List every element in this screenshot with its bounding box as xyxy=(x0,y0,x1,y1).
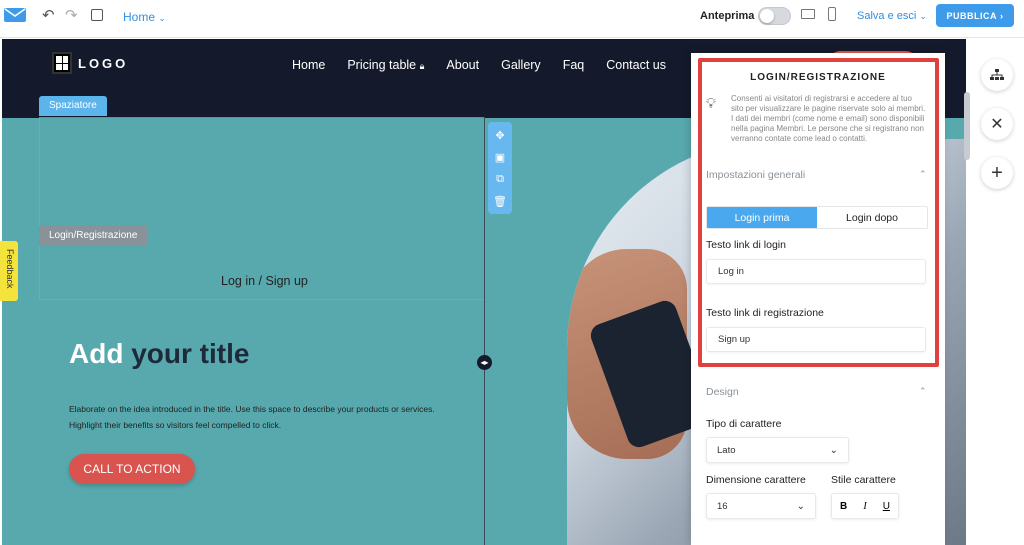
redo-icon[interactable]: ↷ xyxy=(65,8,78,24)
sitemap-icon xyxy=(990,69,1004,80)
close-button[interactable]: ✕ xyxy=(981,108,1013,140)
hero-title[interactable]: Add your title xyxy=(69,338,249,370)
save-exit-button[interactable]: Salva e esci ⌄ xyxy=(857,10,927,22)
lock-icon: 🔒︎ xyxy=(419,61,425,71)
font-size-value: 16 xyxy=(717,500,728,512)
mail-logo-icon[interactable] xyxy=(4,8,26,22)
nav-item-pricing-label: Pricing table xyxy=(347,58,417,72)
hero-title-part1: Add xyxy=(69,338,124,369)
italic-button[interactable]: I xyxy=(863,501,866,512)
underline-button[interactable]: U xyxy=(883,501,890,512)
plus-icon: + xyxy=(991,161,1003,184)
highlight-frame xyxy=(698,58,939,367)
login-signup-link[interactable]: Log in / Sign up xyxy=(221,274,308,288)
cta-button[interactable]: CALL TO ACTION xyxy=(69,454,195,484)
site-nav-menu: Home Pricing table 🔒︎ About Gallery Faq … xyxy=(292,58,666,72)
bold-button[interactable]: B xyxy=(840,501,847,512)
section-design-header[interactable]: Design xyxy=(706,386,739,398)
column-resize-handle[interactable]: ◂▸ xyxy=(477,355,492,370)
chevron-down-icon: ⌄ xyxy=(829,444,838,456)
save-icon[interactable] xyxy=(91,9,103,21)
nav-item-about[interactable]: About xyxy=(446,58,479,72)
duplicate-icon[interactable]: ⧉ xyxy=(496,173,504,186)
selected-block-outline[interactable] xyxy=(39,117,485,300)
nav-item-home[interactable]: Home xyxy=(292,58,325,72)
delete-icon[interactable]: 🗑︎ xyxy=(493,195,507,208)
chevron-up-icon[interactable]: ⌃ xyxy=(919,386,927,397)
nav-item-gallery[interactable]: Gallery xyxy=(501,58,541,72)
chevron-right-icon: › xyxy=(1000,10,1004,21)
hero-description[interactable]: Elaborate on the idea introduced in the … xyxy=(69,401,459,433)
save-exit-label: Salva e esci xyxy=(857,10,917,22)
chevron-down-icon: ⌄ xyxy=(919,11,927,21)
column-divider xyxy=(484,117,485,545)
add-button[interactable]: + xyxy=(981,157,1013,189)
font-size-label: Dimensione carattere xyxy=(706,474,806,486)
canvas-scrollbar[interactable] xyxy=(964,92,970,160)
chevron-down-icon: ⌄ xyxy=(796,500,805,512)
font-style-buttons: B I U xyxy=(831,493,899,519)
sitemap-button[interactable] xyxy=(981,59,1013,91)
desktop-icon[interactable] xyxy=(801,9,815,19)
close-icon: ✕ xyxy=(990,116,1004,133)
page-selector-dropdown[interactable]: Home ⌄ xyxy=(123,10,166,24)
chevron-down-icon: ⌄ xyxy=(158,13,166,23)
save-block-icon[interactable]: ▣ xyxy=(495,151,505,164)
login-block-tag[interactable]: Login/Registrazione xyxy=(39,226,148,246)
spacer-tag[interactable]: Spaziatore xyxy=(39,96,107,116)
undo-icon[interactable]: ↶ xyxy=(42,8,55,24)
feedback-tab[interactable]: Feedback xyxy=(0,241,18,301)
top-toolbar: ↶ ↷ Home ⌄ Anteprima Salva e esci ⌄ PUBB… xyxy=(0,0,1024,38)
logo-mark-icon xyxy=(52,52,72,74)
font-size-select[interactable]: 16 ⌄ xyxy=(706,493,816,519)
nav-item-contact[interactable]: Contact us xyxy=(606,58,666,72)
move-icon[interactable]: ✥ xyxy=(495,129,504,142)
font-select-value: Lato xyxy=(717,444,736,456)
preview-toggle[interactable] xyxy=(758,7,791,25)
mobile-icon[interactable] xyxy=(828,7,836,21)
publish-label: PUBBLICA xyxy=(946,10,997,21)
font-select[interactable]: Lato ⌄ xyxy=(706,437,849,463)
publish-button[interactable]: PUBBLICA › xyxy=(936,4,1014,27)
block-tools: ✥ ▣ ⧉ 🗑︎ xyxy=(488,122,512,214)
preview-label: Anteprima xyxy=(700,10,755,22)
page-selector-label: Home xyxy=(123,10,156,24)
hero-title-part2: your title xyxy=(131,338,250,369)
nav-item-faq[interactable]: Faq xyxy=(563,58,585,72)
font-style-label: Stile carattere xyxy=(831,474,896,486)
logo-text: LOGO xyxy=(78,55,129,71)
feedback-label: Feedback xyxy=(5,249,15,289)
font-label: Tipo di carattere xyxy=(706,418,782,430)
nav-item-pricing[interactable]: Pricing table 🔒︎ xyxy=(347,58,424,72)
site-logo[interactable]: LOGO xyxy=(52,52,128,74)
